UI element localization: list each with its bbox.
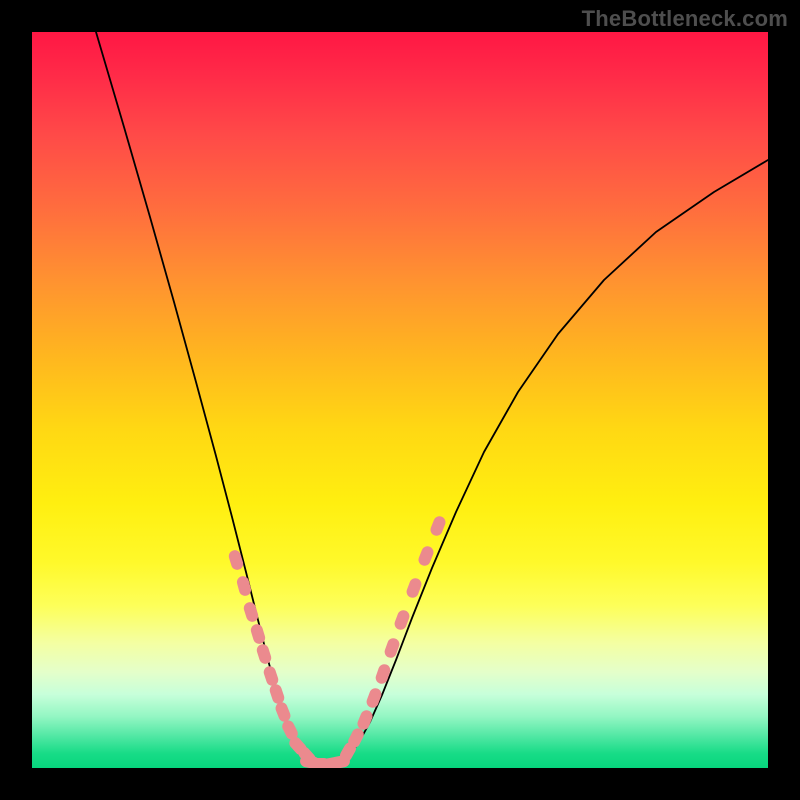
marker-dots — [227, 514, 447, 768]
curve-layer — [32, 32, 768, 768]
curve-lines — [96, 32, 768, 764]
chart-container: TheBottleneck.com — [0, 0, 800, 800]
plot-area — [32, 32, 768, 768]
watermark-text: TheBottleneck.com — [582, 6, 788, 32]
